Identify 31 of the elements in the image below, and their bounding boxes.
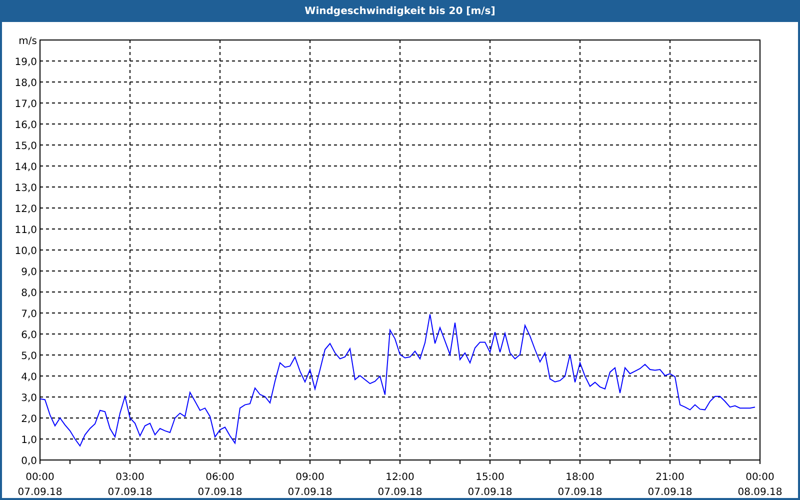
x-tick-label: 21:00 07.09.18 xyxy=(648,472,692,498)
y-tick-label: 3,0 xyxy=(21,393,37,404)
x-tick-label: 18:00 07.09.18 xyxy=(558,472,602,498)
y-tick-label: 8,0 xyxy=(21,288,37,299)
y-tick-label: 7,0 xyxy=(21,309,37,320)
y-tick-label: 17,0 xyxy=(14,99,37,110)
y-tick-label: 5,0 xyxy=(21,351,37,362)
x-tick-label: 00:00 08.09.18 xyxy=(738,472,782,498)
y-tick-label: 12,0 xyxy=(14,204,37,215)
x-tick-label: 12:00 07.09.18 xyxy=(378,472,422,498)
y-tick-label: 6,0 xyxy=(21,330,37,341)
y-tick-label: 0,0 xyxy=(21,456,37,467)
y-tick-label: 10,0 xyxy=(14,246,37,257)
y-tick-label: 2,0 xyxy=(21,414,37,425)
y-tick-label: 19,0 xyxy=(14,57,37,68)
x-tick-label: 06:00 07.09.18 xyxy=(198,472,242,498)
y-tick-label: 1,0 xyxy=(21,435,37,446)
y-axis-unit: m/s xyxy=(18,36,37,47)
y-tick-label: 14,0 xyxy=(14,162,37,173)
x-tick-label: 00:00 07.09.18 xyxy=(18,472,62,498)
y-tick-label: 15,0 xyxy=(14,141,37,152)
window-title: Windgeschwindigkeit bis 20 [m/s] xyxy=(304,4,496,18)
y-tick-label: 16,0 xyxy=(14,120,37,131)
x-tick-label: 09:00 07.09.18 xyxy=(288,472,332,498)
x-tick-label: 03:00 07.09.18 xyxy=(108,472,152,498)
y-tick-label: 9,0 xyxy=(21,267,37,278)
y-tick-label: 4,0 xyxy=(21,372,37,383)
x-tick-label: 15:00 07.09.18 xyxy=(468,472,512,498)
y-tick-label: 18,0 xyxy=(14,78,37,89)
y-tick-label: 13,0 xyxy=(14,183,37,194)
y-tick-label: 11,0 xyxy=(14,225,37,236)
